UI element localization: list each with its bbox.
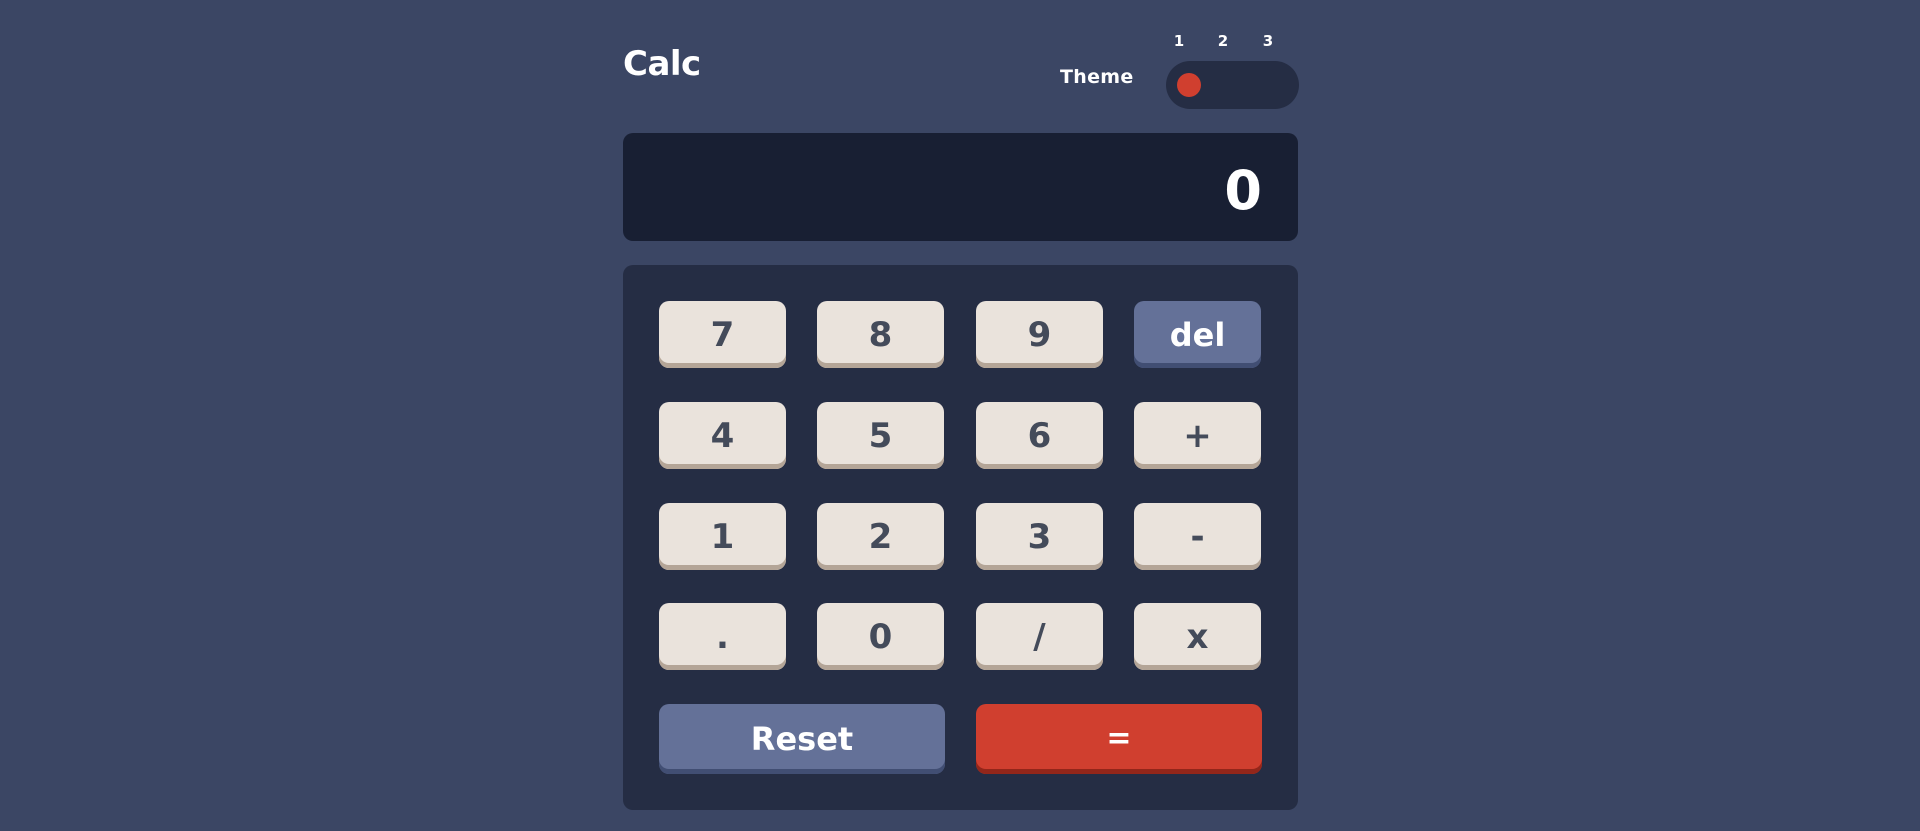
key-minus[interactable]: - (1134, 503, 1261, 570)
key-8[interactable]: 8 (817, 301, 944, 368)
key-divide[interactable]: / (976, 603, 1103, 670)
key-0[interactable]: 0 (817, 603, 944, 670)
theme-number-1[interactable]: 1 (1169, 32, 1189, 50)
display-screen: 0 (623, 133, 1298, 241)
app-title: Calc (623, 44, 701, 84)
display-value: 0 (1224, 159, 1262, 222)
key-plus[interactable]: + (1134, 402, 1261, 469)
key-6[interactable]: 6 (976, 402, 1103, 469)
theme-number-2[interactable]: 2 (1213, 32, 1233, 50)
delete-button[interactable]: del (1134, 301, 1261, 368)
theme-number-3[interactable]: 3 (1258, 32, 1278, 50)
calculator-app: Calc Theme 1 2 3 0 7 8 9 del 4 5 6 + 1 2… (623, 0, 1299, 831)
key-4[interactable]: 4 (659, 402, 786, 469)
key-decimal[interactable]: . (659, 603, 786, 670)
theme-label: Theme (1060, 66, 1134, 88)
equals-button[interactable]: = (976, 704, 1262, 774)
key-1[interactable]: 1 (659, 503, 786, 570)
key-2[interactable]: 2 (817, 503, 944, 570)
key-multiply[interactable]: x (1134, 603, 1261, 670)
theme-numbers: 1 2 3 (1167, 32, 1298, 50)
key-3[interactable]: 3 (976, 503, 1103, 570)
keypad: 7 8 9 del 4 5 6 + 1 2 3 - . 0 / x Reset … (623, 265, 1298, 810)
theme-toggle[interactable] (1166, 61, 1299, 109)
key-9[interactable]: 9 (976, 301, 1103, 368)
key-7[interactable]: 7 (659, 301, 786, 368)
key-5[interactable]: 5 (817, 402, 944, 469)
reset-button[interactable]: Reset (659, 704, 945, 774)
theme-toggle-knob[interactable] (1177, 73, 1201, 97)
